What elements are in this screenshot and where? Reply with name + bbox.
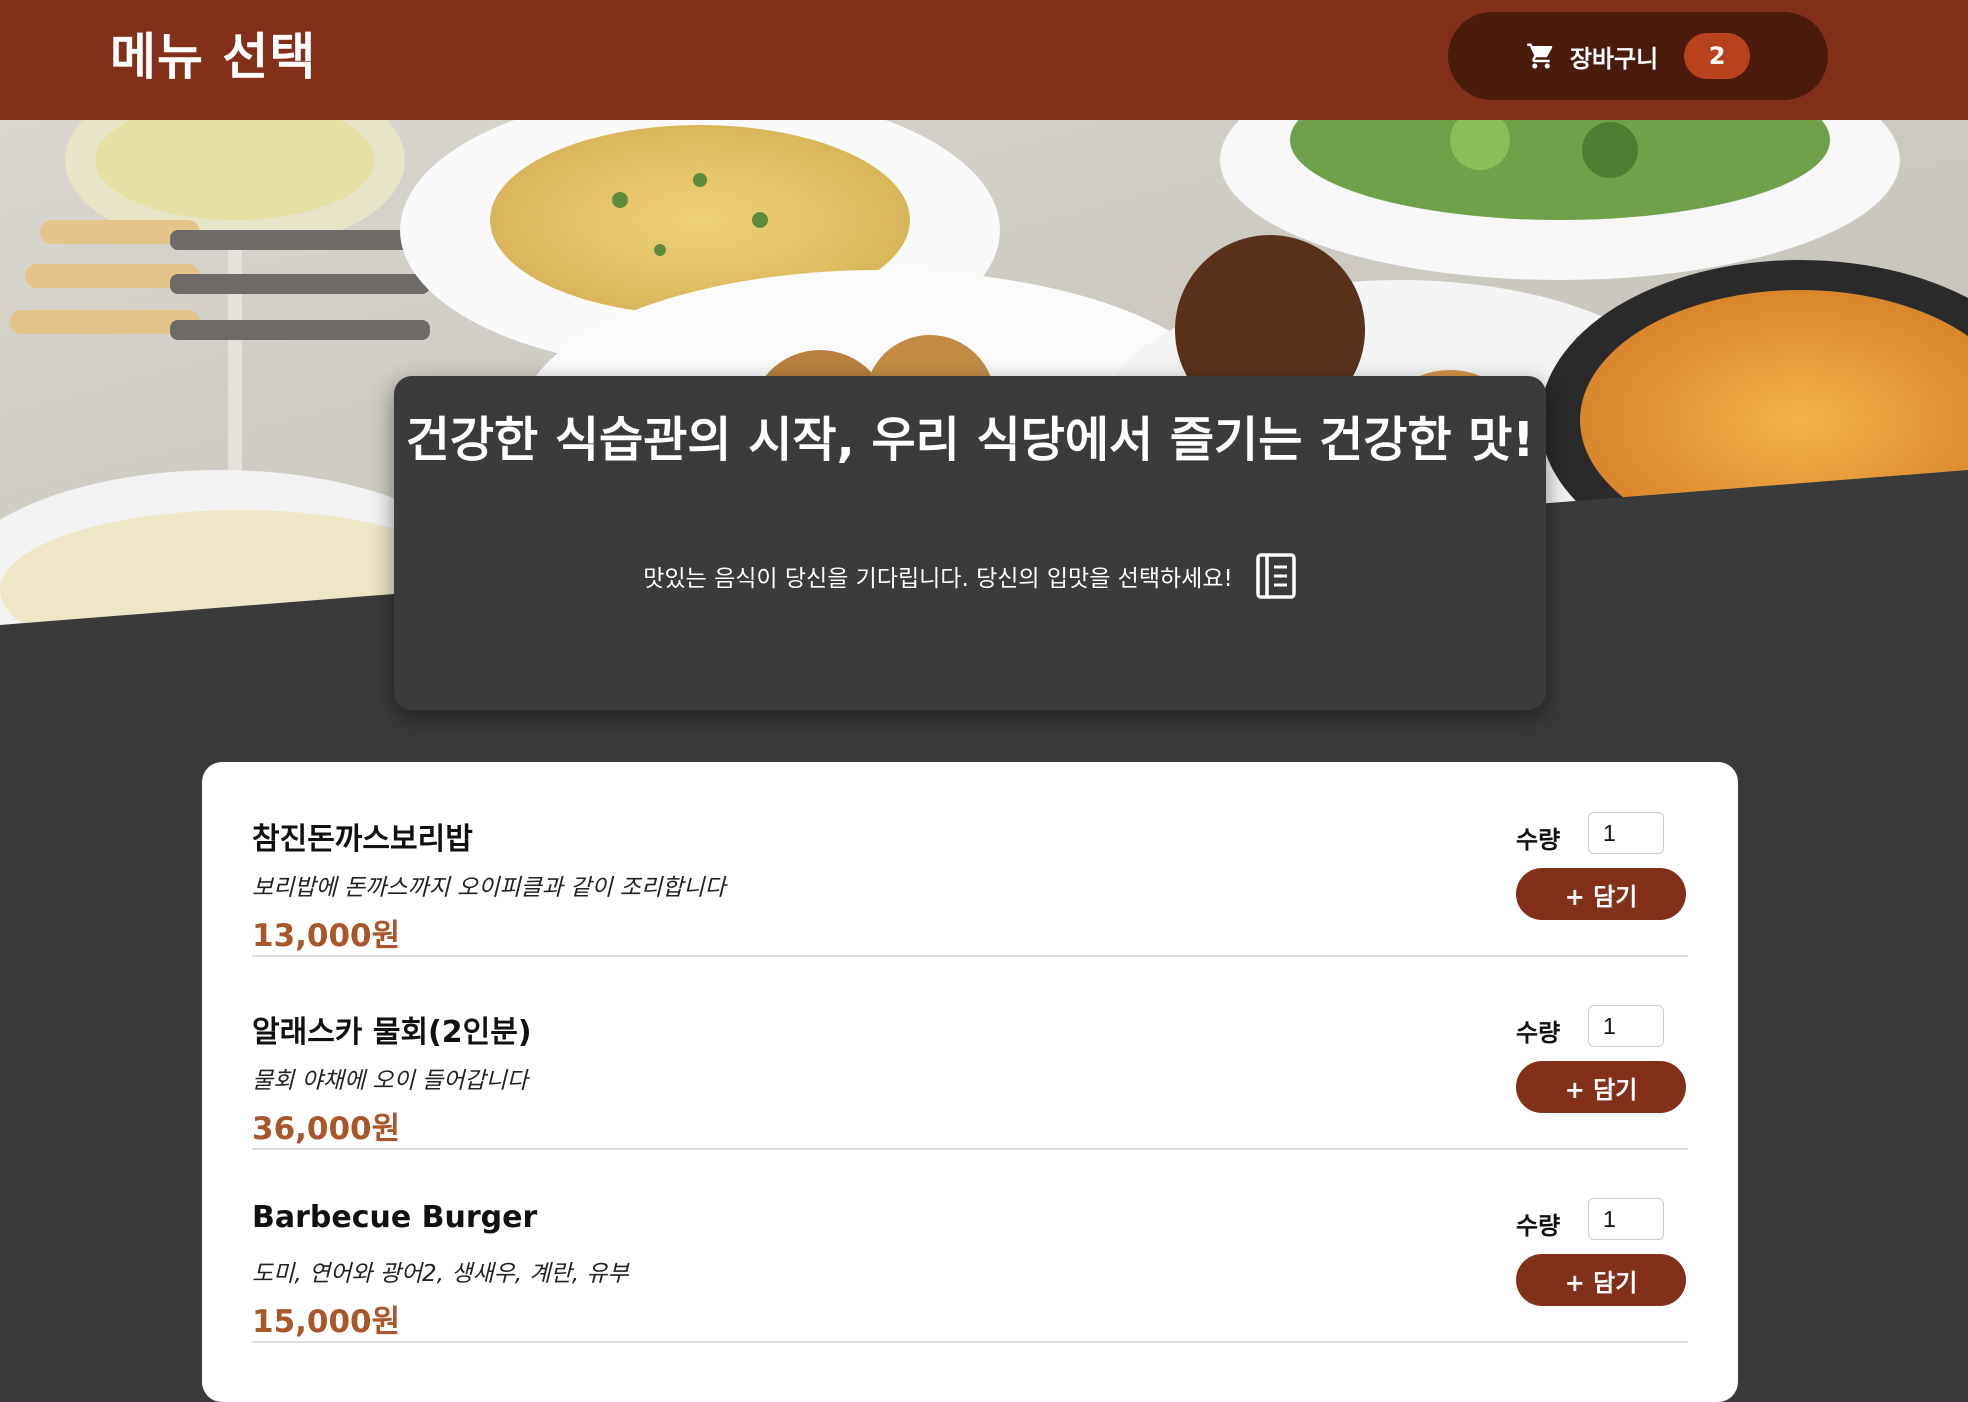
item-name: Barbecue Burger <box>252 1200 538 1235</box>
page-title: 메뉴 선택 <box>110 28 317 86</box>
item-name: 참진돈까스보리밥 <box>252 822 473 857</box>
hero-subtitle-row: 맛있는 음식이 당신을 기다립니다. 당신의 입맛을 선택하세요! <box>394 552 1546 600</box>
quantity-label: 수량 <box>1516 826 1561 854</box>
item-price: 13,000원 <box>252 918 401 954</box>
add-to-cart-button[interactable]: + 담기 <box>1516 1254 1686 1306</box>
item-price: 15,000원 <box>252 1304 401 1340</box>
menu-item: 참진돈까스보리밥 보리밥에 돈까스까지 오이피클과 같이 조리합니다 13,00… <box>252 762 1688 957</box>
cart-button[interactable]: 장바구니 2 <box>1448 12 1828 100</box>
shopping-cart-icon <box>1527 43 1553 69</box>
quantity-input[interactable] <box>1588 1198 1664 1240</box>
menu-item: 알래스카 물회(2인분) 물회 야채에 오이 들어갑니다 36,000원 수량 … <box>252 955 1688 1150</box>
quantity-input[interactable] <box>1588 1005 1664 1047</box>
item-description: 보리밥에 돈까스까지 오이피클과 같이 조리합니다 <box>252 875 726 901</box>
add-to-cart-button[interactable]: + 담기 <box>1516 1061 1686 1113</box>
cart-count-badge: 2 <box>1684 33 1751 79</box>
item-description: 물회 야채에 오이 들어갑니다 <box>252 1068 528 1094</box>
top-header: 메뉴 선택 장바구니 2 <box>0 0 1968 120</box>
menu-book-icon <box>1255 553 1296 599</box>
quantity-label: 수량 <box>1516 1212 1561 1240</box>
hero-subtitle: 맛있는 음식이 당신을 기다립니다. 당신의 입맛을 선택하세요! <box>643 566 1233 592</box>
quantity-label: 수량 <box>1516 1019 1561 1047</box>
menu-list: 참진돈까스보리밥 보리밥에 돈까스까지 오이피클과 같이 조리합니다 13,00… <box>202 762 1738 1402</box>
item-name: 알래스카 물회(2인분) <box>252 1015 532 1050</box>
item-description: 도미, 연어와 광어2, 생새우, 계란, 유부 <box>252 1261 629 1287</box>
hero-card: 건강한 식습관의 시작, 우리 식당에서 즐기는 건강한 맛! 맛있는 음식이 … <box>394 376 1546 710</box>
hero-title: 건강한 식습관의 시작, 우리 식당에서 즐기는 건강한 맛! <box>405 412 1535 468</box>
add-to-cart-button[interactable]: + 담기 <box>1516 868 1686 920</box>
cart-label: 장바구니 <box>1569 44 1659 73</box>
item-price: 36,000원 <box>252 1111 401 1147</box>
menu-item: Barbecue Burger 도미, 연어와 광어2, 생새우, 계란, 유부… <box>252 1148 1688 1343</box>
quantity-input[interactable] <box>1588 812 1664 854</box>
